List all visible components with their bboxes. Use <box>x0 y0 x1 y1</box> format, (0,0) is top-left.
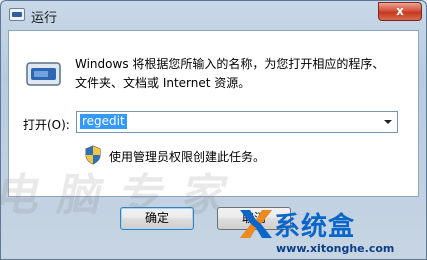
run-program-icon <box>26 62 61 86</box>
ok-button[interactable]: 确定 <box>120 207 194 230</box>
watermark-logo: 系统盒 www.xitonghe.com <box>234 204 424 260</box>
logo-url: www.xitonghe.com <box>276 242 395 255</box>
chevron-down-icon[interactable] <box>384 120 392 124</box>
dialog-description: Windows 将根据您所输入的名称，为您打开相应的程序、 文件夹、文档或 In… <box>75 57 385 90</box>
run-icon <box>9 8 25 21</box>
logo-x-icon <box>240 210 272 238</box>
title-bar[interactable]: 运行 x <box>1 1 426 29</box>
close-button[interactable]: x <box>378 2 422 21</box>
watermark-text: 电脑专家 <box>0 170 250 221</box>
open-input[interactable]: regedit <box>80 114 127 129</box>
run-dialog: 运行 x Windows 将根据您所输入的名称，为您打开相应的程序、 文件夹、文… <box>0 0 427 260</box>
window-title: 运行 <box>31 11 58 26</box>
open-combobox[interactable]: regedit <box>76 111 398 133</box>
open-label: 打开(O): <box>23 118 70 132</box>
logo-text: 系统盒 <box>274 212 356 242</box>
dialog-content: Windows 将根据您所输入的名称，为您打开相应的程序、 文件夹、文档或 In… <box>0 30 419 221</box>
